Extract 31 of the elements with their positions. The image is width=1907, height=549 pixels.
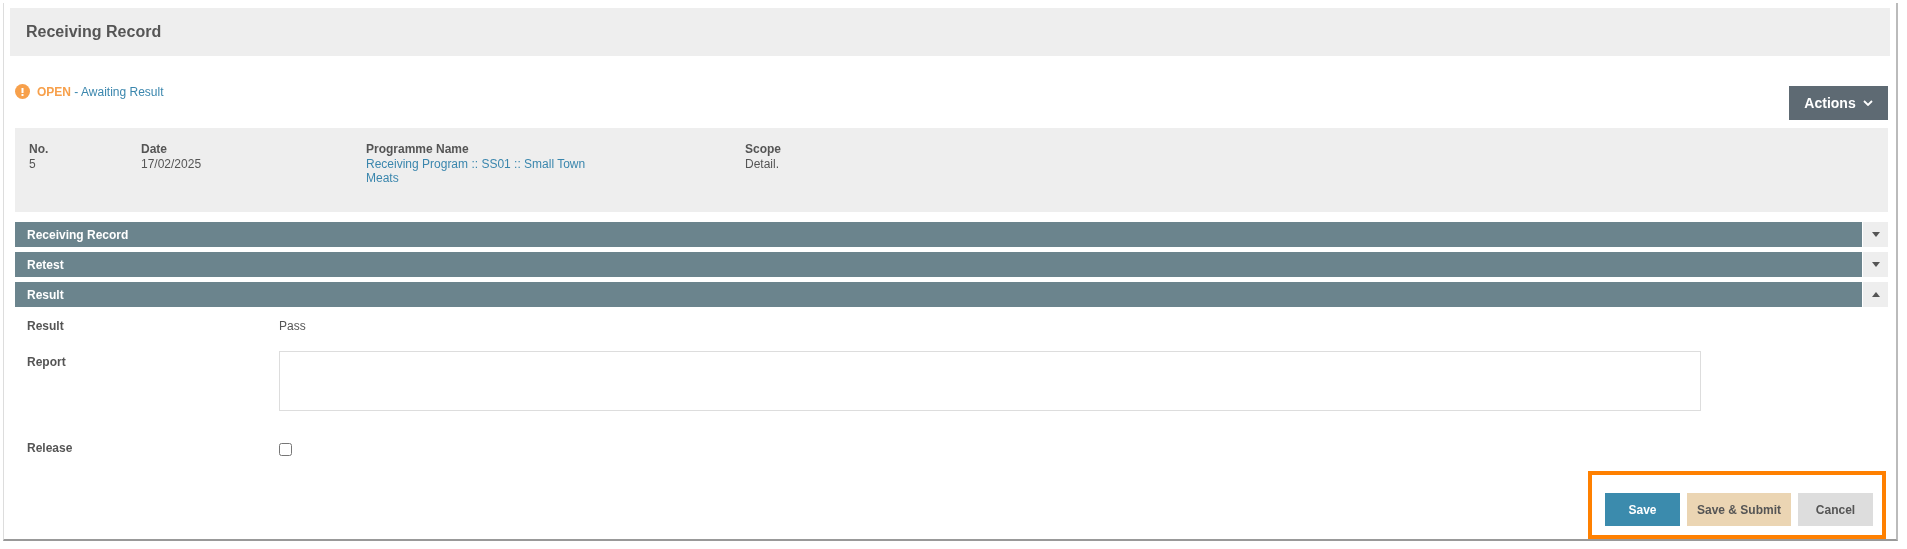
section-toggle[interactable] <box>1863 252 1888 277</box>
caret-down-icon <box>1871 232 1880 237</box>
release-checkbox[interactable] <box>279 443 292 456</box>
status-text: OPEN - Awaiting Result <box>37 84 164 99</box>
summary-label: No. <box>29 142 50 156</box>
field-value: Pass <box>279 319 306 333</box>
page-title: Receiving Record <box>26 23 162 41</box>
chevron-down-icon <box>1862 100 1873 106</box>
actions-button[interactable]: Actions <box>1789 86 1888 120</box>
section-header[interactable]: Retest <box>15 252 1862 277</box>
save-submit-button[interactable]: Save & Submit <box>1687 493 1791 526</box>
summary-label: Scope <box>745 142 782 156</box>
field-label: Release <box>27 441 74 455</box>
summary-label: Date <box>141 142 168 156</box>
programme-link[interactable]: Receiving Program :: SS01 :: Small Town Meats <box>366 157 596 185</box>
warning-icon <box>15 84 30 99</box>
caret-up-icon <box>1871 292 1880 297</box>
caret-down-icon <box>1871 262 1880 267</box>
summary-value: Detail. <box>745 157 779 171</box>
summary-label: Programme Name <box>366 142 470 156</box>
section-header[interactable]: Receiving Record <box>15 222 1862 247</box>
section-toggle[interactable] <box>1863 222 1888 247</box>
summary-value: 5 <box>29 157 36 171</box>
summary-value: 17/02/2025 <box>141 157 202 171</box>
field-label: Result <box>27 319 65 333</box>
section-toggle[interactable] <box>1863 282 1888 307</box>
cancel-button[interactable]: Cancel <box>1798 493 1873 526</box>
field-label: Report <box>27 355 67 369</box>
report-field[interactable] <box>279 351 1701 411</box>
section-header[interactable]: Result <box>15 282 1862 307</box>
save-button[interactable]: Save <box>1605 493 1680 526</box>
